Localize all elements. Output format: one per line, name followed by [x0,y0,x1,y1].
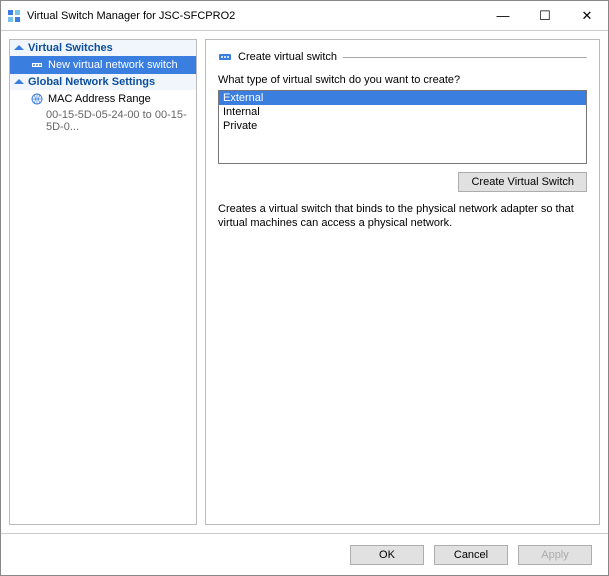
main-panel: Create virtual switch What type of virtu… [205,39,600,525]
tree-item-mac-value: 00-15-5D-05-24-00 to 00-15-5D-0... [10,108,196,134]
apply-button: Apply [518,545,592,565]
tree-item-new-virtual-switch[interactable]: New virtual network switch [10,56,196,74]
tree-item-mac-range[interactable]: MAC Address Range [10,90,196,108]
chevron-up-icon [14,76,24,88]
tree-header-label: Virtual Switches [28,42,113,54]
question-label: What type of virtual switch do you want … [218,74,587,86]
window-title: Virtual Switch Manager for JSC-SFCPRO2 [27,10,235,22]
ok-button[interactable]: OK [350,545,424,565]
description-text: Creates a virtual switch that binds to t… [218,202,587,231]
create-virtual-switch-button[interactable]: Create Virtual Switch [458,172,587,192]
content-area: Virtual Switches New virtual network swi… [1,31,608,533]
tree-header-label: Global Network Settings [28,76,155,88]
app-icon [7,9,21,23]
maximize-button[interactable]: ☐ [524,2,566,30]
list-option-internal[interactable]: Internal [219,105,586,119]
dialog-footer: OK Cancel Apply [1,533,608,575]
group-title: Create virtual switch [238,51,337,63]
cancel-button[interactable]: Cancel [434,545,508,565]
switch-icon [30,58,44,72]
sidebar: Virtual Switches New virtual network swi… [9,39,197,525]
globe-icon [30,92,44,106]
switch-type-listbox[interactable]: External Internal Private [218,90,587,164]
separator-line [343,57,587,58]
switch-icon [218,50,232,64]
tree-header-virtual-switches[interactable]: Virtual Switches [10,40,196,56]
tree-item-label: New virtual network switch [48,59,178,71]
list-option-private[interactable]: Private [219,119,586,133]
chevron-up-icon [14,42,24,54]
titlebar: Virtual Switch Manager for JSC-SFCPRO2 —… [1,1,608,31]
tree-header-global-settings[interactable]: Global Network Settings [10,74,196,90]
list-option-external[interactable]: External [219,91,586,105]
tree-item-label: MAC Address Range [48,93,151,105]
minimize-button[interactable]: — [482,2,524,30]
close-button[interactable]: ✕ [566,2,608,30]
